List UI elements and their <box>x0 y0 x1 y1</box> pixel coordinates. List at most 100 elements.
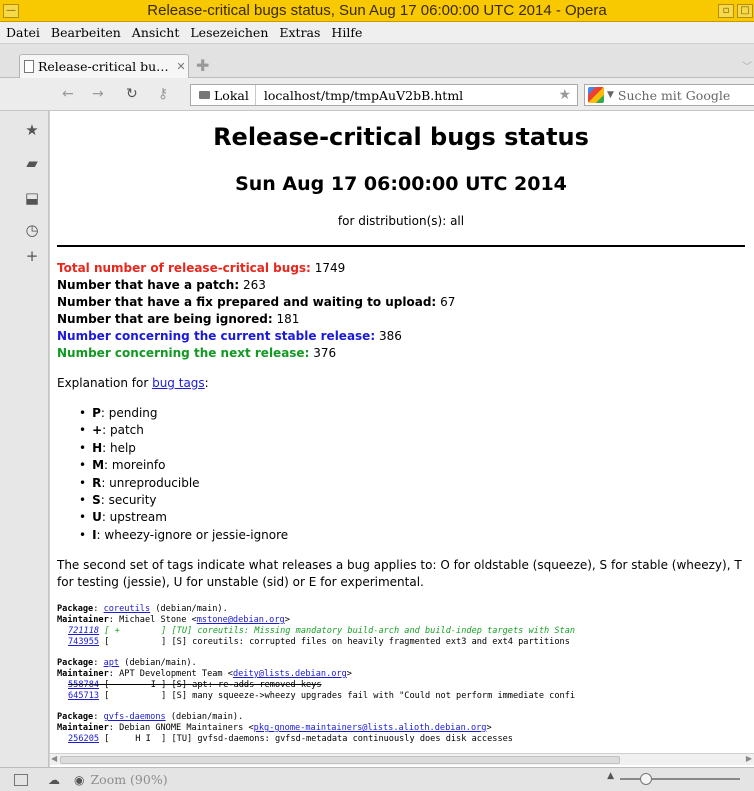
speed-dial-icon[interactable]: ◉ <box>74 773 84 787</box>
add-panel-icon[interactable]: + <box>23 247 41 265</box>
package-link[interactable]: gvfs-daemons <box>104 712 166 722</box>
scroll-right-icon[interactable]: ▶ <box>746 754 752 763</box>
package-link[interactable]: coreutils <box>104 604 151 614</box>
bug-text: [TU] coreutils: Missing mandatory build-… <box>171 626 576 636</box>
stat-value: 263 <box>242 278 266 292</box>
history-icon[interactable]: ◷ <box>23 221 41 239</box>
search-engine-dropdown-icon[interactable]: ▼ <box>607 90 614 100</box>
forward-icon[interactable]: → <box>92 86 104 102</box>
menu-bearbeiten[interactable]: Bearbeiten <box>51 25 121 40</box>
zoom-slider-knob[interactable] <box>640 773 652 785</box>
minimize-button[interactable]: ▫ <box>718 4 734 18</box>
package-line: Package: apt (debian/main). <box>57 658 197 668</box>
maintainer-email-link[interactable]: mstone@debian.org <box>197 615 285 625</box>
list-item: U: upstream <box>79 510 288 527</box>
stat-patch: Number that have a patch: 263 <box>57 278 266 292</box>
list-item: S: security <box>79 493 288 510</box>
explanation-line: Explanation for bug tags: <box>57 376 209 390</box>
bug-text: [TU] gvfsd-daemons: gvfsd-metadata conti… <box>171 734 513 744</box>
address-field[interactable]: Lokal localhost/tmp/tmpAuV2bB.html ★ <box>190 84 578 106</box>
security-badge[interactable]: Lokal <box>191 85 256 105</box>
downloads-icon[interactable]: ⬓ <box>23 189 41 207</box>
tab-menu-chevron-icon[interactable]: ﹀ <box>742 58 752 73</box>
package-label: Package <box>57 712 94 722</box>
menu-lesezeichen[interactable]: Lesezeichen <box>190 25 268 40</box>
bug-id-link[interactable]: 256205 <box>68 734 99 744</box>
package-line: Package: coreutils (debian/main). <box>57 604 228 614</box>
maintainer-email-link[interactable]: pkg-gnome-maintainers@lists.alioth.debia… <box>254 723 487 733</box>
stat-value: 181 <box>276 312 300 326</box>
local-page-icon <box>199 91 210 99</box>
email-suffix: > <box>346 669 352 679</box>
divider <box>57 245 745 247</box>
document-icon <box>24 60 34 73</box>
maintainer-label: Maintainer <box>57 669 109 679</box>
maintainer-email-link[interactable]: deity@lists.debian.org <box>233 669 347 679</box>
security-label: Lokal <box>214 87 249 103</box>
zoom-menu-icon[interactable]: ▲ <box>607 771 614 781</box>
search-field[interactable]: ▼ Suche mit Google <box>584 84 754 106</box>
stat-value: 386 <box>378 329 402 343</box>
panel-toggle-icon[interactable] <box>14 773 28 786</box>
tag-key: P <box>92 406 101 420</box>
package-suffix: (debian/main). <box>150 604 228 614</box>
maintainer-name: Michael Stone < <box>119 615 197 625</box>
package-line: Package: gvfs-daemons (debian/main). <box>57 712 244 722</box>
stat-total: Total number of release-critical bugs: 1… <box>57 261 345 275</box>
bug-tags: [ + ] <box>99 626 172 636</box>
notes-icon[interactable]: ▰ <box>23 154 41 172</box>
key-icon[interactable]: ⚷ <box>158 86 168 102</box>
stat-next-release: Number concerning the next release: 376 <box>57 346 336 360</box>
menu-extras[interactable]: Extras <box>279 25 320 40</box>
maintainer-label: Maintainer <box>57 615 109 625</box>
bug-id-link[interactable]: 721118 <box>68 626 99 636</box>
bug-row: 721118 [ + ] [TU] coreutils: Missing man… <box>68 626 575 636</box>
bug-id-link[interactable]: 743955 <box>68 637 99 647</box>
maintainer-name: Debian GNOME Maintainers < <box>119 723 254 733</box>
menu-datei[interactable]: Datei <box>6 25 40 40</box>
bug-row: 645713 [ ] [S] many squeeze->wheezy upgr… <box>68 691 575 701</box>
new-tab-icon[interactable]: ✚ <box>196 58 212 74</box>
bug-tags-link[interactable]: bug tags <box>152 376 205 390</box>
menu-ansicht[interactable]: Ansicht <box>132 25 180 40</box>
tag-key: S <box>92 492 101 507</box>
reload-icon[interactable]: ↻ <box>126 86 138 102</box>
zoom-slider[interactable] <box>620 773 740 785</box>
scroll-left-icon[interactable]: ◀ <box>51 754 57 763</box>
google-icon[interactable] <box>588 87 604 103</box>
email-suffix: > <box>284 615 290 625</box>
bug-text: [S] apt: re-adds removed keys <box>171 680 322 690</box>
maximize-button[interactable]: □ <box>737 4 753 18</box>
bookmarks-icon[interactable]: ★ <box>23 121 41 139</box>
window-titlebar: — Release-critical bugs status, Sun Aug … <box>0 0 754 22</box>
maintainer-name: APT Development Team < <box>119 669 233 679</box>
tab-release-critical[interactable]: Release-critical bu… ✕ <box>19 54 189 78</box>
horizontal-scrollbar[interactable]: ◀ ▶ <box>50 753 754 765</box>
email-suffix: > <box>486 723 492 733</box>
stat-value: 1749 <box>314 261 346 275</box>
list-item: I: wheezy-ignore or jessie-ignore <box>79 528 288 545</box>
zoom-label: Zoom (90%) <box>90 772 168 787</box>
scrollbar-thumb[interactable] <box>60 756 620 764</box>
bug-id-link[interactable]: 645713 <box>68 691 99 701</box>
bug-row: 256205 [ H I ] [TU] gvfsd-daemons: gvfsd… <box>68 734 513 744</box>
package-link[interactable]: apt <box>104 658 120 668</box>
tab-close-icon[interactable]: ✕ <box>174 60 188 73</box>
explanation-prefix: Explanation for <box>57 376 149 390</box>
url-text[interactable]: localhost/tmp/tmpAuV2bB.html <box>256 88 559 103</box>
tag-desc: : help <box>102 440 136 455</box>
back-icon[interactable]: ← <box>62 86 74 102</box>
maintainer-line: Maintainer: Michael Stone <mstone@debian… <box>57 615 290 625</box>
cloud-icon[interactable]: ☁ <box>48 773 60 787</box>
menu-bar: Datei Bearbeiten Ansicht Lesezeichen Ext… <box>0 22 754 44</box>
page-content[interactable]: Release-critical bugs status Sun Aug 17 … <box>50 111 754 767</box>
window-menu-button[interactable]: — <box>3 4 19 18</box>
bug-id-link[interactable]: 558784 <box>68 680 99 690</box>
status-bar: ☁ ◉ Zoom (90%) ▲ <box>0 767 754 791</box>
bug-row: 743955 [ ] [S] coreutils: corrupted file… <box>68 637 570 647</box>
window-title: Release-critical bugs status, Sun Aug 17… <box>147 2 607 19</box>
page-date: Sun Aug 17 06:00:00 UTC 2014 <box>235 173 567 195</box>
tag-list: P: pending +: patch H: help M: moreinfo … <box>79 406 288 545</box>
bookmark-star-icon[interactable]: ★ <box>558 87 577 103</box>
menu-hilfe[interactable]: Hilfe <box>331 25 362 40</box>
